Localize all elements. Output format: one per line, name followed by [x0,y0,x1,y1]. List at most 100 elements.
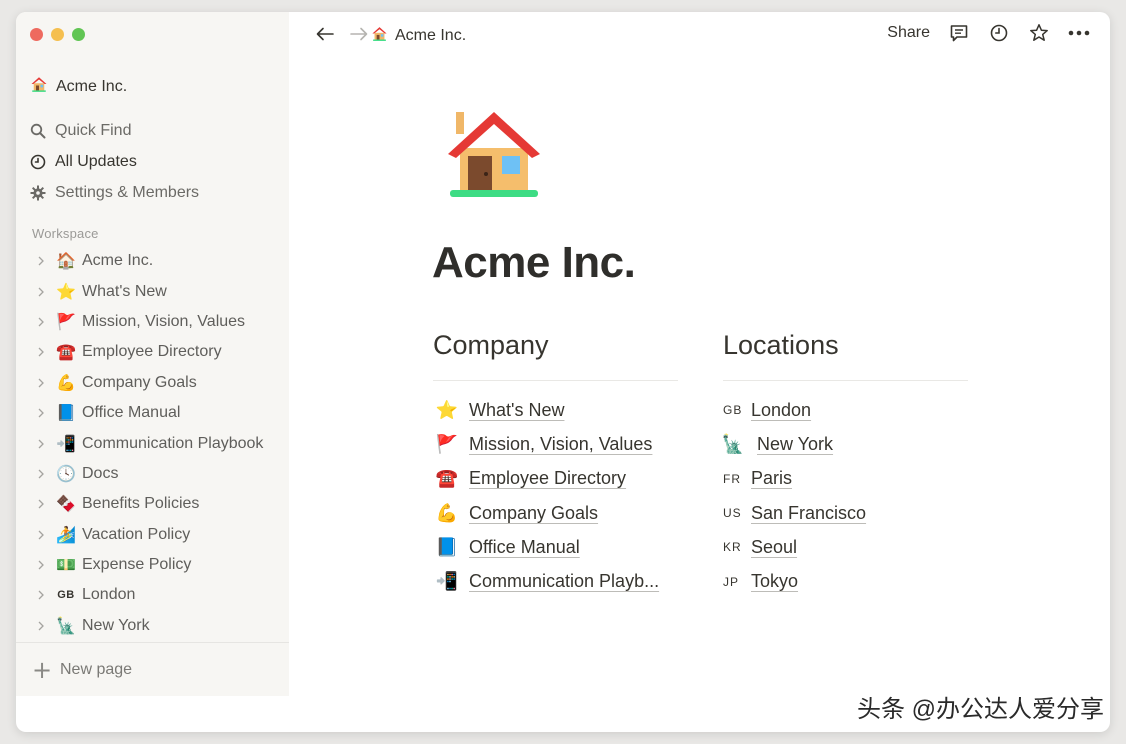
maximize-window-button[interactable] [72,28,85,41]
link-label[interactable]: San Francisco [751,503,866,524]
link-london[interactable]: GB London [723,393,968,427]
telephone-icon: ☎️ [56,344,76,362]
tree-item-label: New York [82,616,150,634]
chevron-right-icon[interactable] [32,526,50,544]
link-label[interactable]: London [751,400,811,421]
chevron-right-icon[interactable] [32,465,50,483]
company-heading[interactable]: Company [433,330,678,376]
tree-item-whats-new[interactable]: ⭐ What's New [32,276,263,306]
watermark: 头条 @办公达人爱分享 [856,696,1104,723]
link-label[interactable]: Communication Playb... [469,571,659,592]
link-label[interactable]: New York [757,434,833,455]
tree-item-vacation[interactable]: 🏄 Vacation Policy [32,520,263,550]
tree-item-label: Docs [82,464,119,482]
flag-icon: 🚩 [56,313,76,331]
chevron-right-icon[interactable] [32,283,50,301]
chevron-right-icon[interactable] [32,374,50,392]
link-label[interactable]: Seoul [751,537,797,558]
link-employee-directory[interactable]: ☎️ Employee Directory [433,462,678,496]
breadcrumb-label: Acme Inc. [395,27,467,44]
tree-item-label: Company Goals [82,373,197,391]
forward-arrow-icon[interactable] [349,24,369,44]
new-page-label: New page [60,660,133,678]
link-seoul[interactable]: KR Seoul [723,530,968,564]
quick-find-item[interactable]: Quick Find [30,115,199,146]
app-window: Acme Inc. Quick Find All Updates Setting… [16,12,1110,732]
share-button[interactable]: Share [887,24,930,42]
link-whats-new[interactable]: ⭐ What's New [433,393,678,427]
mobile-phone-icon: 📲 [435,571,459,592]
link-tokyo[interactable]: JP Tokyo [723,564,968,598]
link-label[interactable]: Company Goals [469,503,598,524]
breadcrumb[interactable]: Acme Inc. [371,25,466,47]
link-label[interactable]: Mission, Vision, Values [469,434,652,455]
us-flag-icon: US [723,506,742,521]
minimize-window-button[interactable] [51,28,64,41]
clock-icon: 🕓 [56,465,76,483]
link-company-goals[interactable]: 💪 Company Goals [433,496,678,530]
benefits-icon: 🍫 [56,496,76,514]
tree-item-benefits[interactable]: 🍫 Benefits Policies [32,489,263,519]
tree-item-employee-directory[interactable]: ☎️ Employee Directory [32,337,263,367]
tree-item-docs[interactable]: 🕓 Docs [32,459,263,489]
workspace-switcher[interactable]: Acme Inc. [30,75,127,98]
page-title[interactable]: Acme Inc. [432,238,636,288]
tree-item-label: What's New [82,282,167,300]
tree-item-expense[interactable]: 💵 Expense Policy [32,550,263,580]
page-icon-house[interactable] [446,108,542,204]
favorite-star-icon[interactable] [1028,22,1050,44]
link-mission[interactable]: 🚩 Mission, Vision, Values [433,427,678,461]
comment-icon[interactable] [948,22,970,44]
tree-item-london[interactable]: GB London [32,580,263,610]
settings-members-item[interactable]: Settings & Members [30,177,199,208]
fr-flag-icon: FR [723,471,741,486]
chevron-right-icon[interactable] [32,343,50,361]
link-label[interactable]: What's New [469,400,564,421]
link-office-manual[interactable]: 📘 Office Manual [433,530,678,564]
flexed-arm-icon: 💪 [56,374,76,392]
chevron-right-icon[interactable] [32,435,50,453]
chevron-right-icon[interactable] [32,313,50,331]
chevron-right-icon[interactable] [32,252,50,270]
gb-flag-icon: GB [723,403,743,418]
tree-item-label: Office Manual [82,404,181,422]
tree-item-mission[interactable]: 🚩 Mission, Vision, Values [32,307,263,337]
tree-item-label: Acme Inc. [82,252,154,270]
chevron-right-icon[interactable] [32,617,50,635]
telephone-icon: ☎️ [435,468,459,489]
chevron-right-icon[interactable] [32,586,50,604]
tree-item-company-goals[interactable]: 💪 Company Goals [32,368,263,398]
link-new-york[interactable]: 🗽 New York [722,427,968,461]
gear-icon [30,185,46,201]
sidebar: Acme Inc. Quick Find All Updates Setting… [16,12,289,696]
tree-item-label: London [82,586,136,604]
blue-book-icon: 📘 [56,405,76,423]
tree-item-communication-playbook[interactable]: 📲 Communication Playbook [32,428,263,458]
chevron-right-icon[interactable] [32,495,50,513]
all-updates-item[interactable]: All Updates [30,146,199,177]
topbar: Acme Inc. Share [289,12,1110,56]
link-label[interactable]: Office Manual [469,537,580,558]
tree-item-acme[interactable]: 🏠 Acme Inc. [32,246,263,276]
more-options-icon[interactable] [1068,22,1090,44]
chevron-right-icon[interactable] [32,404,50,422]
tree-item-new-york[interactable]: 🗽 New York [32,611,263,641]
new-page-button[interactable]: + New page [16,642,289,696]
locations-heading[interactable]: Locations [723,330,968,376]
tree-item-label: Mission, Vision, Values [82,312,246,330]
tree-item-office-manual[interactable]: 📘 Office Manual [32,398,263,428]
link-label[interactable]: Tokyo [751,571,798,592]
close-window-button[interactable] [30,28,43,41]
back-arrow-icon[interactable] [315,24,335,44]
clock-icon [30,154,46,170]
flag-icon: 🚩 [435,433,459,454]
kr-flag-icon: KR [723,540,742,555]
link-label[interactable]: Employee Directory [469,468,626,489]
link-communication-playbook[interactable]: 📲 Communication Playb... [433,564,678,598]
link-label[interactable]: Paris [751,468,792,489]
history-clock-icon[interactable] [988,22,1010,44]
link-san-francisco[interactable]: US San Francisco [723,496,968,530]
link-paris[interactable]: FR Paris [723,462,968,496]
chevron-right-icon[interactable] [32,556,50,574]
plus-icon: + [32,655,53,684]
